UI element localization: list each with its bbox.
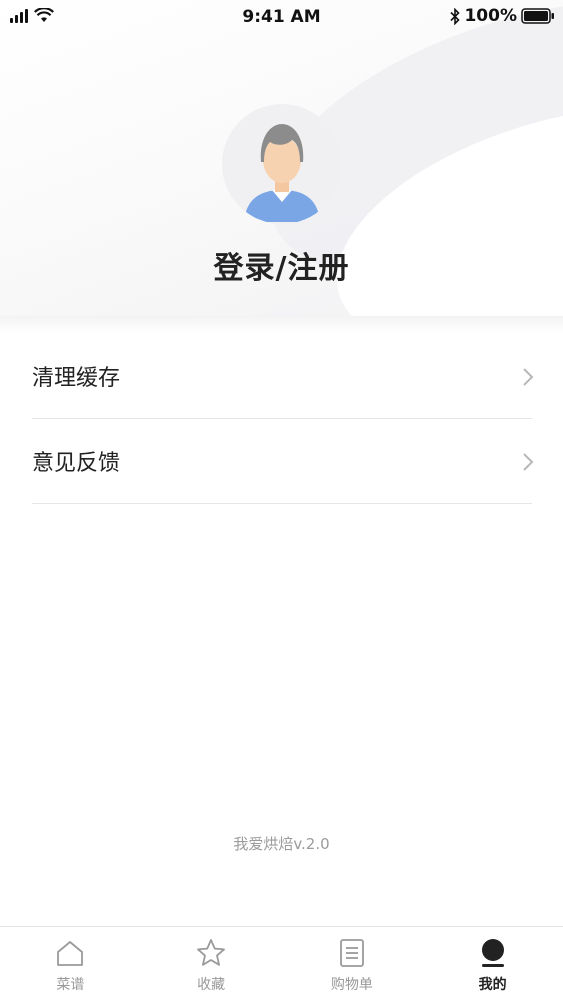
settings-menu: 清理缓存 意见反馈 bbox=[32, 334, 534, 504]
tab-bar: 菜谱 收藏 购物单 我的 bbox=[0, 926, 563, 1000]
bluetooth-icon bbox=[450, 7, 461, 25]
menu-item-clear-cache[interactable]: 清理缓存 bbox=[32, 334, 534, 419]
chevron-right-icon bbox=[523, 368, 534, 386]
login-register-link[interactable]: 登录/注册 bbox=[0, 243, 563, 287]
battery-icon bbox=[521, 8, 554, 24]
tab-label: 购物单 bbox=[330, 977, 373, 993]
tab-shopping-list[interactable]: 购物单 bbox=[282, 927, 423, 1000]
chevron-right-icon bbox=[523, 453, 534, 471]
menu-item-feedback[interactable]: 意见反馈 bbox=[32, 419, 534, 504]
tab-label: 我的 bbox=[478, 977, 507, 993]
tab-mine[interactable]: 我的 bbox=[422, 927, 563, 1000]
avatar[interactable] bbox=[222, 104, 342, 224]
status-right: 100% bbox=[450, 6, 555, 26]
tab-label: 收藏 bbox=[197, 977, 226, 993]
app-version: 我爱烘焙v.2.0 bbox=[233, 835, 330, 853]
tab-favorites[interactable]: 收藏 bbox=[141, 927, 282, 1000]
header-divider bbox=[0, 316, 563, 334]
tab-label: 菜谱 bbox=[56, 977, 85, 993]
battery-percent: 100% bbox=[464, 6, 517, 26]
tab-recipes[interactable]: 菜谱 bbox=[0, 927, 141, 1000]
home-icon bbox=[54, 937, 86, 969]
star-icon bbox=[195, 937, 227, 969]
menu-item-label: 清理缓存 bbox=[32, 366, 121, 391]
profile-icon bbox=[477, 937, 509, 969]
status-bar: 9:41 AM 100% bbox=[0, 0, 563, 34]
list-icon bbox=[336, 937, 368, 969]
menu-item-label: 意见反馈 bbox=[32, 451, 121, 476]
user-avatar-icon bbox=[244, 124, 320, 222]
